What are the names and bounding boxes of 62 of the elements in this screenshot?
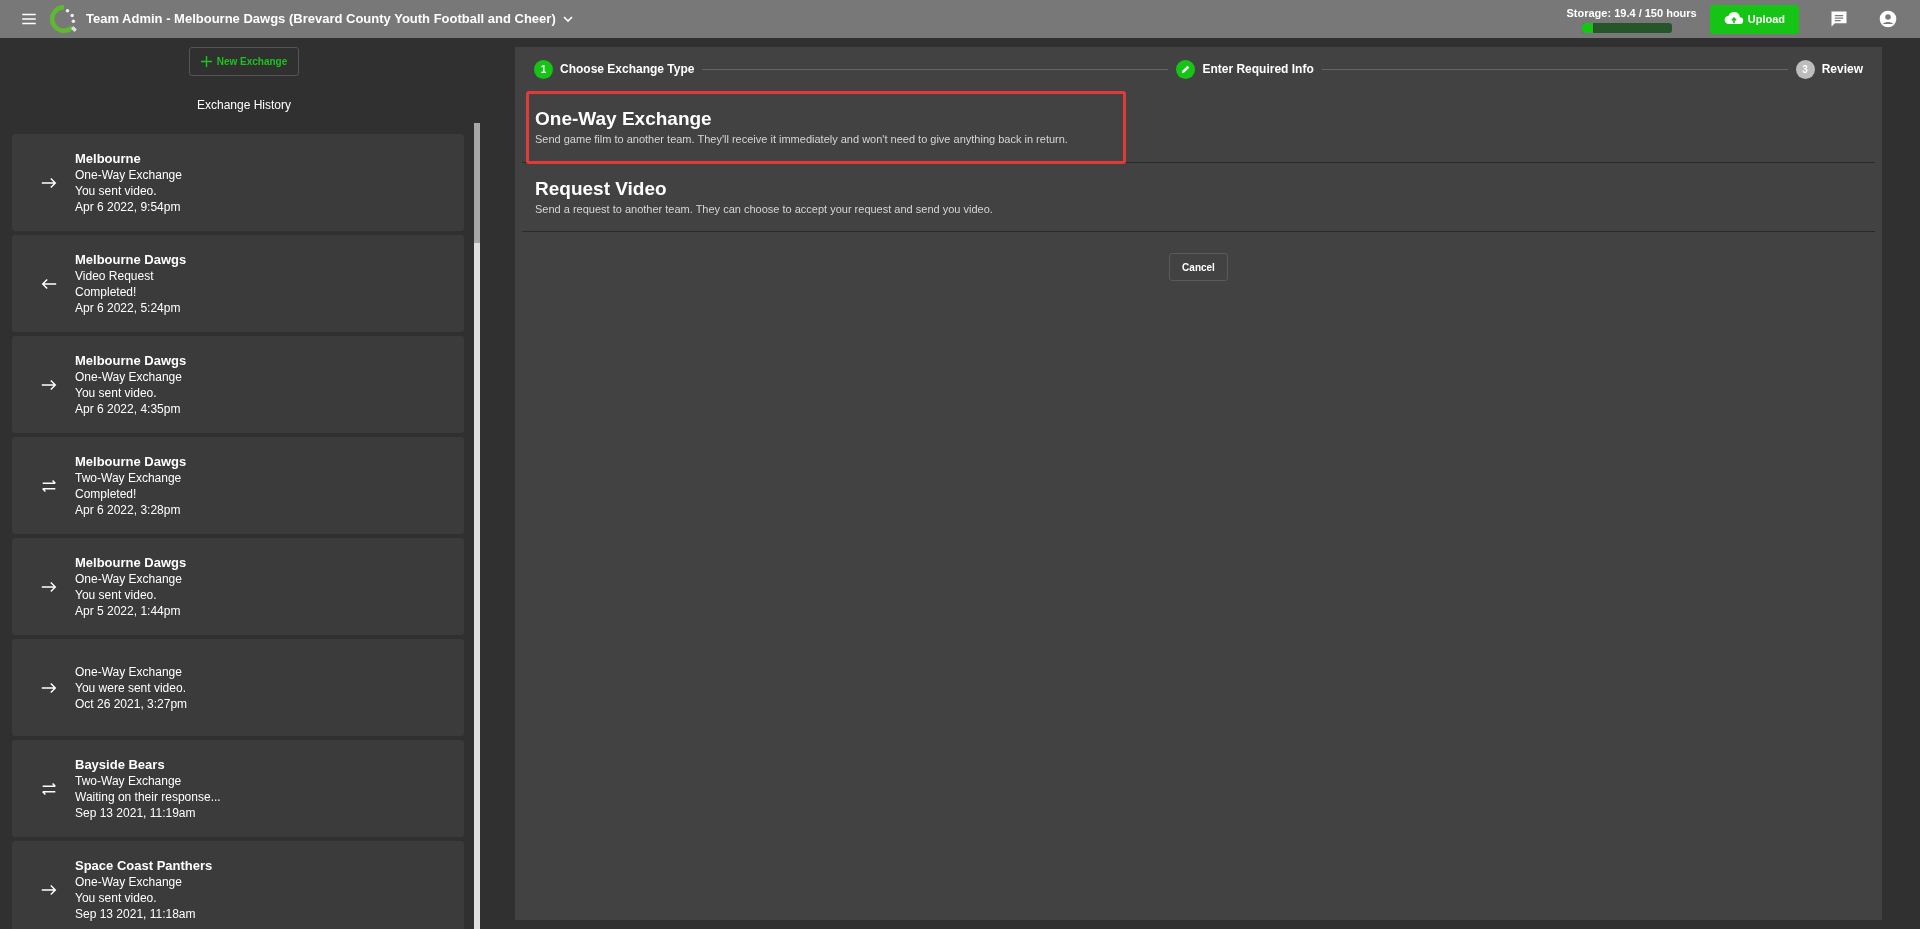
- team-name: Melbourne Dawgs: [75, 352, 187, 369]
- exchange-type: One-Way Exchange: [75, 166, 182, 183]
- exchange-card[interactable]: Melbourne Dawgs One-Way Exchange You sent video. Apr 6 2022, 4:35pm: [12, 336, 464, 433]
- exchange-status: You were sent video.: [75, 679, 187, 696]
- exchange-date: Sep 13 2021, 11:19am: [75, 804, 197, 821]
- exchange-status: You sent video.: [75, 182, 158, 199]
- step-number: 3: [1795, 59, 1815, 79]
- exchange-card[interactable]: Melbourne One-Way Exchange You sent video. Apr 6 2022, 9:54pm: [12, 134, 464, 231]
- exchange-card[interactable]: Melbourne Dawgs Two-Way Exchange Completed! Apr 6 2022, 3:28pm: [12, 437, 464, 534]
- exchange-date: Apr 6 2022, 5:24pm: [75, 299, 182, 316]
- step-label: Choose Exchange Type: [560, 61, 695, 78]
- team-selector[interactable]: Team Admin - Melbourne Dawgs (Brevard County Youth Football and Cheer): [86, 9, 576, 29]
- exchange-type: One-Way Exchange: [75, 873, 183, 890]
- step-label: Enter Required Info: [1202, 61, 1314, 78]
- team-name: Melbourne Dawgs: [75, 554, 187, 571]
- pencil-step-icon: [1176, 59, 1196, 79]
- option-description: Send game film to another team. They'll receive it immediately and won't need to give anything back in return.: [535, 132, 1069, 147]
- section-heading: Exchange History: [196, 97, 291, 114]
- exchange-card[interactable]: Space Coast Panthers One-Way Exchange You sent video. Sep 13 2021, 11:18am: [12, 841, 464, 929]
- exchange-option[interactable]: Request Video Send a request to another team. They can choose to accept your request and send you video.: [522, 162, 1875, 232]
- scrollbar-thumb[interactable]: [474, 123, 480, 243]
- exchange-type: One-Way Exchange: [75, 663, 183, 680]
- team-name: Melbourne Dawgs: [75, 251, 187, 268]
- exchange-date: Apr 6 2022, 4:35pm: [75, 400, 182, 417]
- exchange-status: You sent video.: [75, 384, 158, 401]
- cancel-button[interactable]: Cancel: [1169, 253, 1228, 281]
- exchange-date: Oct 26 2021, 3:27pm: [75, 695, 188, 712]
- exchange-status: You sent video.: [75, 586, 158, 603]
- option-title: Request Video: [535, 176, 668, 201]
- team-name: Bayside Bears: [75, 756, 166, 773]
- team-name: Melbourne: [75, 150, 142, 167]
- exchange-status: You sent video.: [75, 889, 158, 906]
- exchange-type: Two-Way Exchange: [75, 772, 183, 789]
- exchange-card[interactable]: Melbourne Dawgs Video Request Completed! Apr 6 2022, 5:24pm: [12, 235, 464, 332]
- scrollbar[interactable]: [474, 123, 480, 929]
- exchange-date: Apr 5 2022, 1:44pm: [75, 602, 182, 619]
- exchange-type: One-Way Exchange: [75, 570, 183, 587]
- exchange-date: Apr 6 2022, 9:54pm: [75, 198, 182, 215]
- exchange-type: One-Way Exchange: [75, 368, 183, 385]
- team-name: Space Coast Panthers: [75, 857, 213, 874]
- exchange-type: Two-Way Exchange: [75, 469, 183, 486]
- logo-icon: [50, 5, 78, 33]
- step-number: 1: [534, 59, 553, 79]
- exchange-status: Waiting on their response...: [75, 788, 221, 805]
- exchange-date: Sep 13 2021, 11:18am: [75, 905, 197, 922]
- team-name: Melbourne Dawgs: [75, 453, 187, 470]
- exchange-status: Completed!: [75, 485, 138, 502]
- step-label: Review: [1821, 61, 1863, 78]
- exchange-type: Video Request: [75, 267, 155, 284]
- exchange-card[interactable]: Melbourne Dawgs One-Way Exchange You sent video. Apr 5 2022, 1:44pm: [12, 538, 464, 635]
- exchange-status: Completed!: [75, 283, 138, 300]
- exchange-date: Apr 6 2022, 3:28pm: [75, 501, 182, 518]
- new-exchange-button[interactable]: New Exchange: [189, 47, 299, 76]
- option-description: Send a request to another team. They can choose to accept your request and send you video.: [535, 201, 994, 217]
- option-title: One-Way Exchange: [535, 107, 713, 131]
- plus-icon: [200, 56, 212, 67]
- exchange-option[interactable]: One-Way Exchange Send game film to another team. They'll receive it immediately and won't need to give anything back in return.: [522, 93, 1875, 163]
- chat-icon[interactable]: [1829, 9, 1849, 29]
- account-icon[interactable]: [1878, 9, 1898, 29]
- exchange-card[interactable]: Bayside Bears Two-Way Exchange Waiting on their response... Sep 13 2021, 11:19am: [12, 740, 464, 837]
- exchange-card[interactable]: One-Way Exchange You were sent video. Oct 26 2021, 3:27pm: [12, 639, 464, 736]
- storage-label: Storage: 19.4 / 150 hours: [1566, 5, 1697, 20]
